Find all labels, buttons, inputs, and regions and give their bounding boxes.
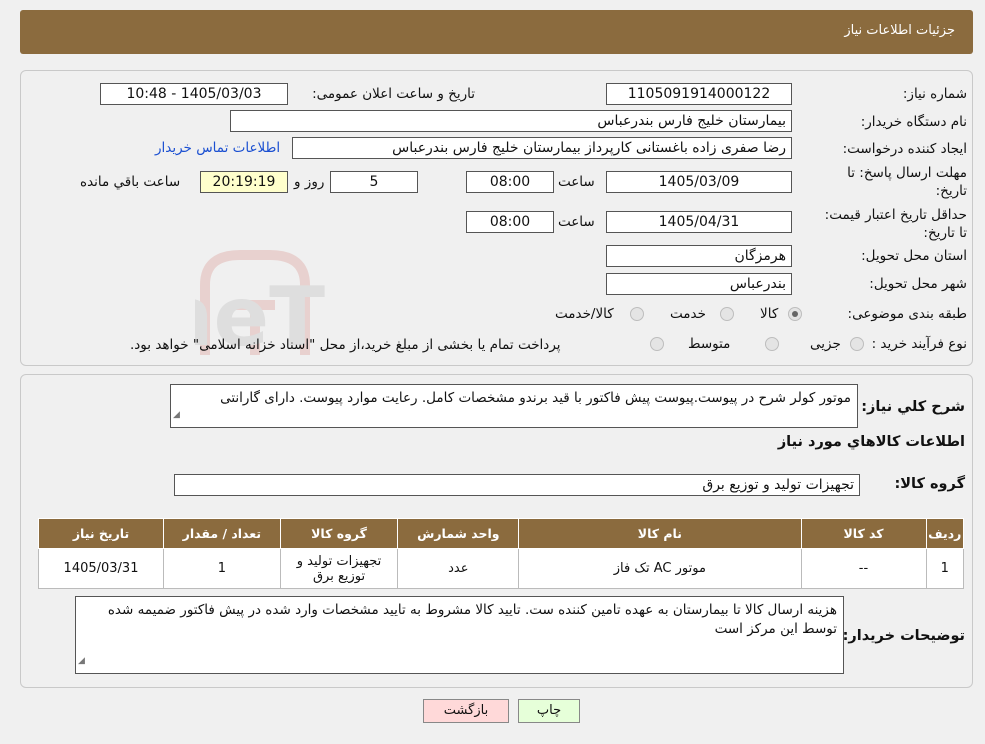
deadline-time-label: ساعت <box>558 174 595 190</box>
category-radio-service[interactable] <box>720 307 734 321</box>
process-radio-treasury[interactable] <box>650 337 664 351</box>
process-label: نوع فرآیند خرید : <box>871 336 967 352</box>
goods-info-title: اطلاعات کالاهاي مورد نياز <box>777 434 965 450</box>
cell-row: 1 <box>925 548 964 589</box>
description-label: شرح کلي نياز: <box>861 399 965 415</box>
province-field: هرمزگان <box>606 245 792 267</box>
category-radio-goods-service[interactable] <box>630 307 644 321</box>
category-option-goods-service: کالا/خدمت <box>555 306 614 322</box>
deadline-time-field: 08:00 <box>466 171 554 193</box>
goods-group-field: تجهیزات تولید و توزیع برق <box>174 474 860 496</box>
category-option-goods: کالا <box>760 306 779 322</box>
price-validity-time-field: 08:00 <box>466 211 554 233</box>
buyer-contact-link[interactable]: اطلاعات تماس خریدار <box>155 140 280 156</box>
buyer-org-label: نام دستگاه خریدار: <box>860 114 967 130</box>
resize-grip-icon[interactable]: ◢ <box>173 406 180 425</box>
province-label: استان محل تحویل: <box>861 248 967 264</box>
cell-qty: 1 <box>163 548 281 589</box>
cell-unit: عدد <box>397 548 520 589</box>
process-radio-medium[interactable] <box>765 337 779 351</box>
col-date: تاریخ نیاز <box>37 518 165 549</box>
category-option-service: خدمت <box>670 306 706 322</box>
back-button[interactable]: بازگشت <box>423 699 509 723</box>
price-validity-label: حداقل تاریخ اعتبار قیمت: تا تاریخ: <box>824 207 967 241</box>
price-validity-time-label: ساعت <box>558 214 595 230</box>
goods-table-header-row: ردیف کد کالا نام کالا واحد شمارش گروه کا… <box>37 518 964 549</box>
announce-date-field: 1405/03/03 - 10:48 <box>100 83 288 105</box>
category-radio-goods[interactable] <box>788 307 802 321</box>
page-header: جزئیات اطلاعات نیاز <box>20 10 973 54</box>
col-row: ردیف <box>925 518 964 549</box>
cell-name: موتور AC تک فاز <box>518 548 802 589</box>
col-group: گروه کالا <box>279 518 399 549</box>
description-text: موتور کولر شرح در پیوست.پیوست پیش فاکتور… <box>220 390 851 406</box>
table-row: 1 -- موتور AC تک فاز عدد تجهیزات تولید و… <box>37 548 964 589</box>
city-field: بندرعباس <box>606 273 792 295</box>
cell-group: تجهیزات تولید و توزیع برق <box>279 548 399 589</box>
announce-date-label: تاریخ و ساعت اعلان عمومی: <box>312 86 475 102</box>
need-number-label: شماره نیاز: <box>902 86 967 102</box>
col-unit: واحد شمارش <box>397 518 520 549</box>
resize-grip-icon[interactable]: ◢ <box>78 652 85 671</box>
cell-code: -- <box>800 548 927 589</box>
goods-group-label: گروه کالا: <box>894 476 965 492</box>
col-code: کد کالا <box>800 518 927 549</box>
buyer-notes-textarea[interactable]: هزینه ارسال کالا تا بیمارستان به عهده تا… <box>75 596 844 674</box>
col-qty: تعداد / مقدار <box>163 518 281 549</box>
page-title: جزئیات اطلاعات نیاز <box>844 23 955 38</box>
remaining-time-field: 20:19:19 <box>200 171 288 193</box>
buyer-org-field: بیمارستان خلیج فارس بندرعباس <box>230 110 792 132</box>
deadline-days-field: 5 <box>330 171 418 193</box>
description-textarea[interactable]: موتور کولر شرح در پیوست.پیوست پیش فاکتور… <box>170 384 858 428</box>
need-number-field: 1105091914000122 <box>606 83 792 105</box>
goods-table: ردیف کد کالا نام کالا واحد شمارش گروه کا… <box>37 518 964 589</box>
deadline-date-field: 1405/03/09 <box>606 171 792 193</box>
process-option-minor: جزیی <box>810 336 841 352</box>
category-label: طبقه بندی موضوعی: <box>847 306 967 322</box>
buyer-notes-label: توضیحات خریدار: <box>842 628 965 644</box>
requester-label: ایجاد کننده درخواست: <box>842 141 967 157</box>
requester-field: رضا صفری زاده باغستانی کارپرداز بیمارستا… <box>292 137 792 159</box>
process-radio-minor[interactable] <box>850 337 864 351</box>
goods-table-wrap: ردیف کد کالا نام کالا واحد شمارش گروه کا… <box>37 518 964 589</box>
cell-date: 1405/03/31 <box>37 548 165 589</box>
deadline-label: مهلت ارسال پاسخ: تا تاریخ: <box>847 165 967 199</box>
process-option-medium: متوسط <box>688 336 731 352</box>
price-validity-date-field: 1405/04/31 <box>606 211 792 233</box>
print-button[interactable]: چاپ <box>518 699 580 723</box>
remaining-time-label: ساعت باقي مانده <box>80 174 181 190</box>
city-label: شهر محل تحویل: <box>869 276 967 292</box>
buyer-notes-text: هزینه ارسال کالا تا بیمارستان به عهده تا… <box>107 602 837 637</box>
deadline-days-label: روز و <box>294 174 325 190</box>
col-name: نام کالا <box>518 518 802 549</box>
process-note: پرداخت تمام یا بخشی از مبلغ خرید،از محل … <box>130 337 561 353</box>
